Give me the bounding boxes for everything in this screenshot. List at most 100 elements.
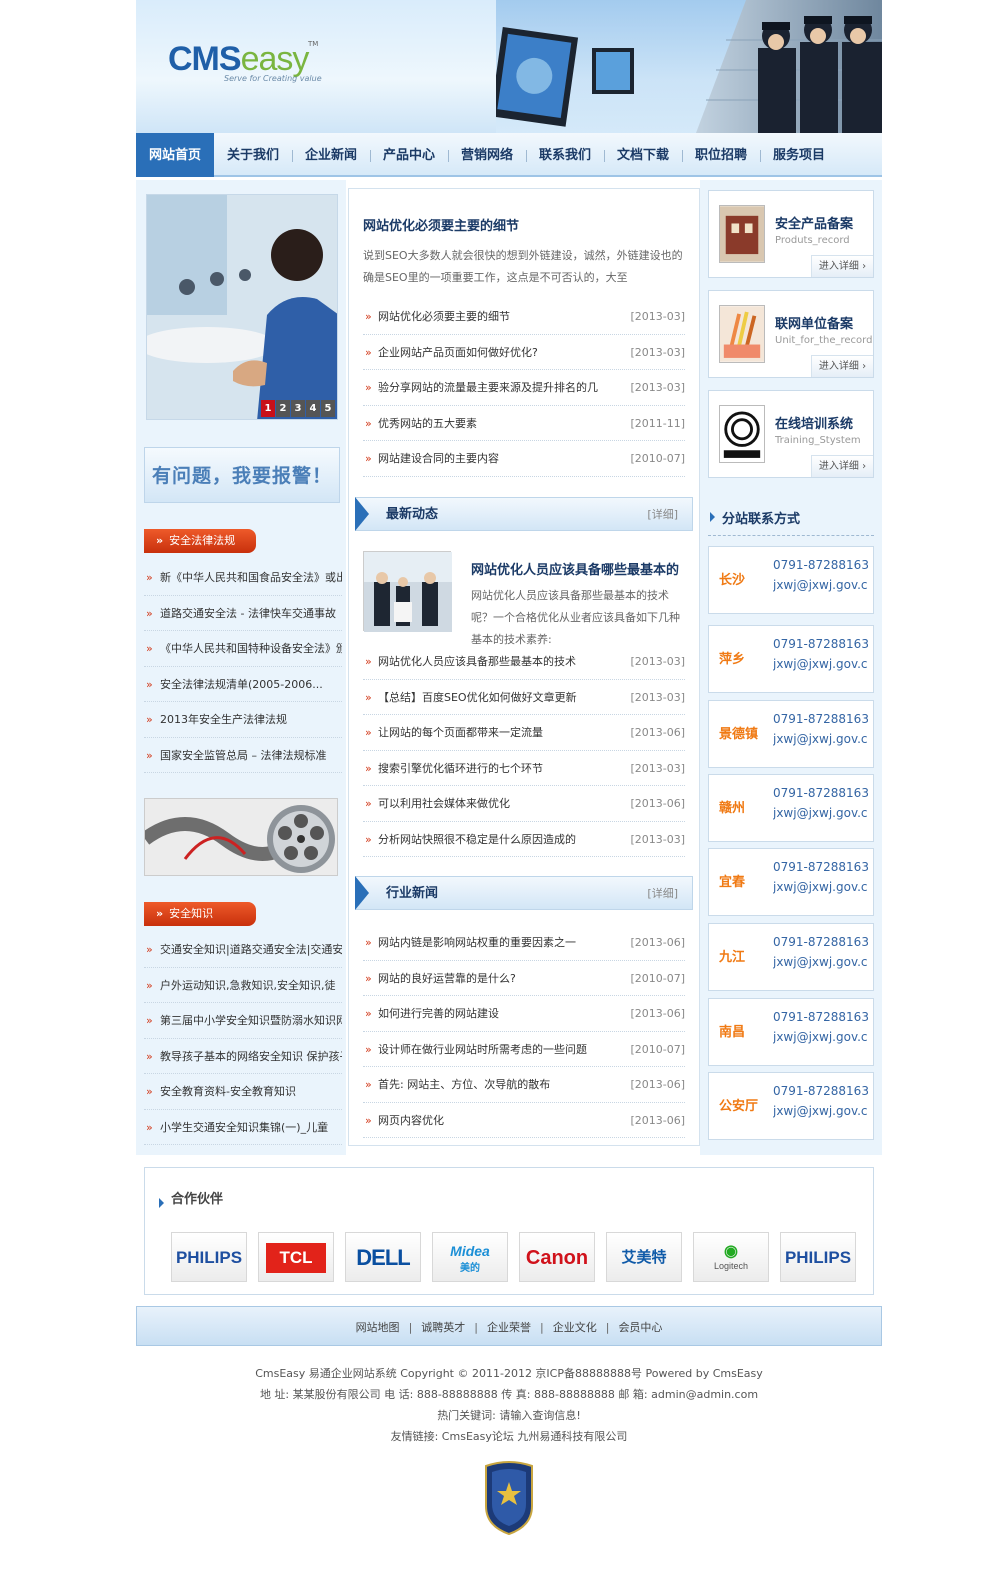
list-item[interactable]: 网站内链是影响网站权重的重要因素之一[2013-06] <box>363 925 685 961</box>
slide-dot[interactable]: 4 <box>306 400 320 417</box>
chevron-right-icon: › <box>862 361 867 372</box>
slide-dot[interactable]: 3 <box>291 400 305 417</box>
list-item[interactable]: 网站优化人员应该具备那些最基本的技术[2013-03] <box>363 644 685 680</box>
footer-link[interactable]: 诚聘英才 <box>421 1321 465 1334</box>
list-item[interactable]: 小学生交通安全知识集锦(一)_儿童 <box>144 1110 342 1145</box>
list-item[interactable]: 教导孩子基本的网络安全知识 保护孩子 <box>144 1039 342 1074</box>
list-item[interactable]: 网页内容优化[2013-06] <box>363 1103 685 1138</box>
list-item[interactable]: 搜索引擎优化循环进行的七个环节[2013-03] <box>363 751 685 786</box>
list-item[interactable]: 《中华人民共和国特种设备安全法》颁布 <box>144 631 342 667</box>
banner-illustration <box>496 0 882 133</box>
footer-link[interactable]: 网站地图 <box>356 1321 400 1334</box>
industry-news-list: 网站内链是影响网站权重的重要因素之一[2013-06] 网站的良好运营靠的是什么… <box>363 925 685 1138</box>
view-details-button[interactable]: 进入详细 › <box>811 255 873 277</box>
image-slideshow[interactable]: 1 2 3 4 5 <box>146 194 338 420</box>
list-item[interactable]: 网站的良好运营靠的是什么?[2010-07] <box>363 961 685 996</box>
partner-logo-logitech[interactable]: ◉ Logitech <box>693 1232 769 1282</box>
nav-item-news[interactable]: 企业新闻 <box>292 133 370 177</box>
footer-link[interactable]: 企业荣誉 <box>487 1321 531 1334</box>
card-title: 在线培训系统 <box>775 417 854 432</box>
list-item[interactable]: 安全教育资料-安全教育知识 <box>144 1074 342 1110</box>
nav-item-jobs[interactable]: 职位招聘 <box>682 133 760 177</box>
nav-item-contact[interactable]: 联系我们 <box>526 133 604 177</box>
card-title: 联网单位备案 <box>775 317 854 332</box>
view-details-button[interactable]: 进入详细 › <box>811 355 873 377</box>
news-photo <box>364 552 452 632</box>
list-item[interactable]: 户外运动知识,急救知识,安全知识,徒 <box>144 968 342 1003</box>
partner-logo-canon[interactable]: Canon <box>519 1232 595 1282</box>
list-item[interactable]: 交通安全知识|道路交通安全法|交通安 <box>144 932 342 968</box>
slide-dot[interactable]: 5 <box>321 400 335 417</box>
list-item[interactable]: 【总结】百度SEO优化如何做好文章更新[2013-03] <box>363 680 685 715</box>
view-details-button[interactable]: 进入详细 › <box>811 455 873 477</box>
featured-news-title[interactable]: 网站优化人员应该具备哪些最基本的 <box>471 559 679 578</box>
more-link[interactable]: [详细] <box>647 498 678 532</box>
logo-trademark: TM <box>308 40 319 48</box>
branch-contact-header: 分站联系方式 <box>708 496 874 536</box>
branch-contact: 宜春 0791-87288163 jxwj@jxwj.gov.c <box>708 848 874 916</box>
list-item[interactable]: 国家安全监管总局 – 法律法规标准 <box>144 738 342 773</box>
more-link[interactable]: [详细] <box>647 877 678 911</box>
list-item[interactable]: 验分享网站的流量最主要来源及提升排名的几[2013-03] <box>363 370 685 406</box>
section-title: 最新动态 <box>386 507 439 522</box>
list-item[interactable]: 2013年安全生产法律法规 <box>144 702 342 738</box>
list-item[interactable]: 道路交通安全法 - 法律快车交通事故 <box>144 596 342 631</box>
film-reel-banner[interactable] <box>144 798 338 876</box>
footer-link[interactable]: 会员中心 <box>618 1321 662 1334</box>
list-item[interactable]: 新《中华人民共和国食品安全法》或出台 <box>144 560 342 596</box>
unit-record-card[interactable]: 联网单位备案 Unit_for_the_record 进入详细 › <box>708 290 874 378</box>
list-item[interactable]: 首先: 网站主、方位、次导航的散布[2013-06] <box>363 1067 685 1103</box>
nav-item-products[interactable]: 产品中心 <box>370 133 448 177</box>
list-item[interactable]: 第三届中小学安全知识暨防溺水知识网络 <box>144 1003 342 1039</box>
list-item[interactable]: 安全法律法规清单(2005-2006... <box>144 667 342 702</box>
partner-logo-philips[interactable]: PHILIPS <box>780 1232 856 1282</box>
friend-links-text[interactable]: 友情链接: CmsEasy论坛 九州易通科技有限公司 <box>136 1428 882 1444</box>
news-thumbnail[interactable] <box>363 551 452 632</box>
list-item[interactable]: 可以利用社会媒体来做优化[2013-06] <box>363 786 685 822</box>
nav-item-marketing[interactable]: 营销网络 <box>448 133 526 177</box>
partner-logo-dell[interactable]: DELL <box>345 1232 421 1282</box>
report-alarm-button[interactable]: 有问题，我要报警！ <box>144 447 340 503</box>
partner-logo-philips[interactable]: PHILIPS <box>171 1232 247 1282</box>
branch-contact: 萍乡 0791-87288163 jxwj@jxwj.gov.c <box>708 625 874 693</box>
top-news-list: 网站优化必须要主要的细节[2013-03] 企业网站产品页面如何做好优化?[20… <box>363 299 685 477</box>
knowledge-list: 交通安全知识|道路交通安全法|交通安 户外运动知识,急救知识,安全知识,徒 第三… <box>144 932 342 1145</box>
nav-item-downloads[interactable]: 文档下载 <box>604 133 682 177</box>
list-item[interactable]: 如何进行完善的网站建设[2013-06] <box>363 996 685 1032</box>
training-system-card[interactable]: 在线培训系统 Training_Stystem 进入详细 › <box>708 390 874 478</box>
partner-logo-tcl[interactable]: TCL <box>258 1232 334 1282</box>
nav-item-services[interactable]: 服务项目 <box>760 133 838 177</box>
slideshow-pagination: 1 2 3 4 5 <box>261 400 335 417</box>
building-photo-icon <box>719 205 765 263</box>
industry-news-header: 行业新闻 [详细] <box>355 876 693 910</box>
list-item[interactable]: 分析网站快照很不稳定是什么原因造成的[2013-03] <box>363 822 685 857</box>
partner-logo-airmate[interactable]: 艾美特 <box>606 1232 682 1282</box>
nav-item-home[interactable]: 网站首页 <box>136 133 214 177</box>
slide-dot[interactable]: 1 <box>261 400 275 417</box>
list-item[interactable]: 企业网站产品页面如何做好优化?[2013-03] <box>363 335 685 370</box>
list-item[interactable]: 网站建设合同的主要内容[2010-07] <box>363 441 685 477</box>
headline-title[interactable]: 网站优化必须要主要的细节 <box>363 215 519 234</box>
chevron-right-icon: › <box>862 261 867 272</box>
footer-link[interactable]: 企业文化 <box>553 1321 597 1334</box>
section-title: 行业新闻 <box>386 886 439 901</box>
list-item[interactable]: 设计师在做行业网站时所需考虑的一些问题[2010-07] <box>363 1032 685 1067</box>
police-badge-icon[interactable] <box>482 1460 536 1536</box>
triangle-right-icon <box>159 1198 164 1208</box>
chevron-right-icon: › <box>862 461 867 472</box>
product-record-card[interactable]: 安全产品备案 Produts_record 进入详细 › <box>708 190 874 278</box>
partner-logo-midea[interactable]: Midea 美的 <box>432 1232 508 1282</box>
right-sidebar: 安全产品备案 Produts_record 进入详细 › 联网单位备案 Unit… <box>700 180 882 1155</box>
footer-divider: | <box>605 1321 610 1334</box>
list-item[interactable]: 优秀网站的五大要素[2011-11] <box>363 406 685 441</box>
list-item[interactable]: 让网站的每个页面都带来一定流量[2013-06] <box>363 715 685 751</box>
logitech-mark-icon: ◉ <box>724 1243 738 1260</box>
footer-divider: | <box>408 1321 413 1334</box>
slide-dot[interactable]: 2 <box>276 400 290 417</box>
main-content: 网站优化必须要主要的细节 说到SEO大多数人就会很快的想到外链建设，诚然，外链建… <box>348 188 700 1146</box>
left-sidebar: 1 2 3 4 5 有问题，我要报警！ »安全法律法规 新《中华人民共和国食品安… <box>136 180 346 1155</box>
nav-item-about[interactable]: 关于我们 <box>214 133 292 177</box>
list-item[interactable]: 网站优化必须要主要的细节[2013-03] <box>363 299 685 335</box>
page: CMSeasy TM Serve for Creating value 网站首页… <box>136 0 882 1591</box>
featured-news-summary: 网站优化人员应该具备那些最基本的技术呢？一个合格优化从业者应该具备如下几种基本的… <box>471 589 680 646</box>
